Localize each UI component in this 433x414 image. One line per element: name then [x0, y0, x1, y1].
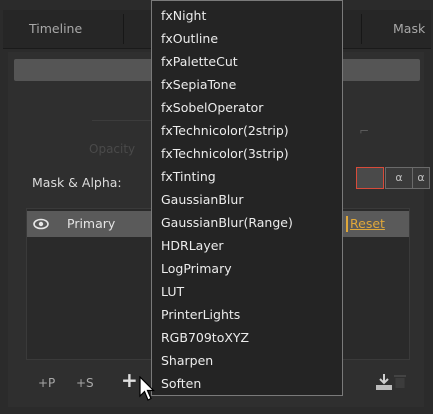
menu-item[interactable]: fxNight	[152, 5, 342, 27]
tab-mask[interactable]: Mask	[393, 10, 425, 48]
add-primary-button[interactable]: +P	[38, 376, 55, 390]
download-icon[interactable]	[374, 373, 394, 391]
alpha-mode-button-3[interactable]: α	[412, 167, 430, 189]
menu-item[interactable]: fxTechnicolor(3strip)	[152, 143, 342, 165]
mask-alpha-label: Mask & Alpha:	[32, 175, 122, 190]
menu-item[interactable]: fxSobelOperator	[152, 97, 342, 119]
menu-item[interactable]: HDRLayer	[152, 235, 342, 257]
trash-icon[interactable]	[393, 373, 407, 389]
menu-item[interactable]: fxOutline	[152, 28, 342, 50]
menu-item[interactable]: fxTinting	[152, 166, 342, 188]
menu-item[interactable]: fxPaletteCut	[152, 51, 342, 73]
alpha-mode-button-1[interactable]	[356, 167, 384, 189]
menu-item[interactable]: fxTechnicolor(2strip)	[152, 120, 342, 142]
tab-divider	[123, 14, 124, 44]
eye-icon[interactable]	[33, 216, 49, 232]
effect-dropdown-menu: fxNight fxOutline fxPaletteCut fxSepiaTo…	[151, 0, 343, 396]
menu-item[interactable]: PrinterLights	[152, 304, 342, 326]
menu-item[interactable]: Soften	[152, 373, 342, 395]
tab-divider	[361, 14, 362, 44]
mouse-cursor-icon	[139, 376, 155, 401]
menu-item[interactable]: RGB709toXYZ	[152, 327, 342, 349]
add-secondary-button[interactable]: +S	[76, 376, 94, 390]
menu-item[interactable]: GaussianBlur(Range)	[152, 212, 342, 234]
opacity-label: Opacity	[89, 142, 136, 156]
alpha-mode-button-2[interactable]: α	[385, 167, 413, 189]
tab-timeline[interactable]: Timeline	[29, 10, 82, 48]
menu-item[interactable]: LUT	[152, 281, 342, 303]
menu-item[interactable]: fxSepiaTone	[152, 74, 342, 96]
layer-name: Primary	[67, 216, 116, 231]
menu-item[interactable]: Sharpen	[152, 350, 342, 372]
add-layer-button[interactable]: +	[121, 368, 138, 392]
menu-item[interactable]: GaussianBlur	[152, 189, 342, 211]
menu-item[interactable]: LogPrimary	[152, 258, 342, 280]
opacity-tick-mark: ⌐	[359, 124, 370, 138]
reset-marker	[346, 216, 348, 232]
reset-link[interactable]: Reset	[350, 213, 385, 235]
